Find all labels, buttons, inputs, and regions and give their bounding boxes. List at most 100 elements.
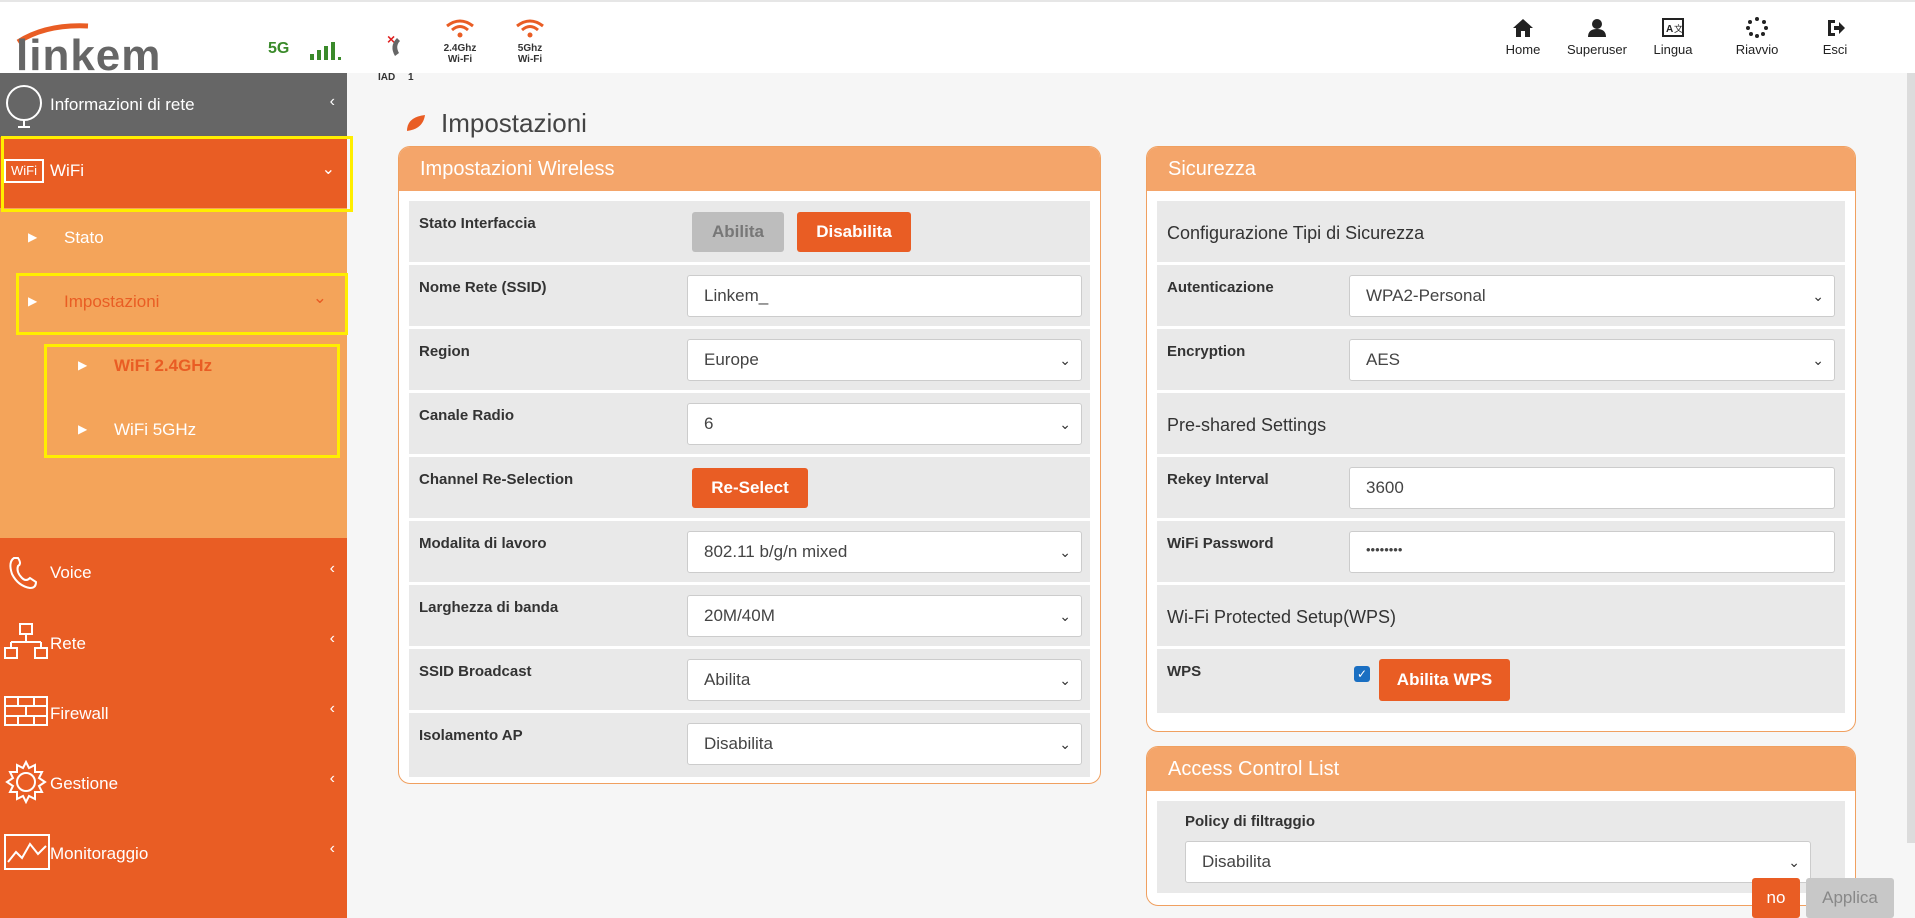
row-wps: WPS ✓ Abilita WPS — [1157, 649, 1845, 713]
user-icon — [1588, 19, 1606, 37]
channel-select[interactable]: 6 ⌄ — [687, 403, 1082, 445]
chevron-left-icon: ‹ — [329, 560, 335, 577]
wifi-5-icon — [516, 19, 544, 38]
row-rekey-interval: Rekey Interval 3600 — [1157, 457, 1845, 521]
chevron-left-icon: ‹ — [329, 630, 335, 647]
iad-count: 1 — [408, 72, 414, 83]
iad-status: × IAD 1 — [378, 30, 418, 83]
chevron-left-icon: ‹ — [329, 840, 335, 857]
row-region: Region Europe ⌄ — [409, 329, 1090, 393]
wireless-settings-form: Stato Interfaccia Abilita Disabilita Nom… — [409, 201, 1090, 777]
nav-lingua[interactable]: A 文 Lingua — [1633, 16, 1713, 57]
sidebar-item-wifi[interactable]: WiFi WiFi ⌄ — [0, 137, 347, 208]
enable-button[interactable]: Abilita — [692, 212, 784, 252]
row-bandwidth: Larghezza di banda 20M/40M ⌄ — [409, 585, 1090, 649]
enable-wps-button[interactable]: Abilita WPS — [1379, 659, 1510, 701]
ssid-input[interactable]: Linkem_ — [687, 275, 1082, 317]
filter-policy-select[interactable]: Disabilita ⌄ — [1185, 841, 1811, 883]
row-authentication: Autenticazione WPA2-Personal ⌄ — [1157, 265, 1845, 329]
sidebar-item-wifi24[interactable]: ▶ WiFi 2.4GHz — [0, 334, 347, 398]
sidebar-item-wifi5[interactable]: ▶ WiFi 5GHz — [0, 398, 347, 462]
sidebar-label-wifi: WiFi — [50, 161, 84, 180]
linkem-logo: linkem — [8, 10, 160, 80]
globe-icon — [6, 85, 42, 128]
chevron-down-icon: ⌄ — [1059, 736, 1071, 752]
chevron-down-icon: ⌄ — [1059, 672, 1071, 688]
wps-checkbox[interactable]: ✓ — [1354, 666, 1370, 682]
row-security-types-header: Configurazione Tipi di Sicurezza — [1157, 201, 1845, 265]
wifi-5-status: 5Ghz Wi-Fi — [508, 18, 552, 65]
row-filter-policy: Policy di filtraggio Disabilita ⌄ — [1157, 801, 1845, 893]
rekey-interval-input[interactable]: 3600 — [1349, 467, 1835, 509]
encryption-select[interactable]: AES ⌄ — [1349, 339, 1835, 381]
row-work-mode: Modalita di lavoro 802.11 b/g/n mixed ⌄ — [409, 521, 1090, 585]
sidebar-item-network-info[interactable]: Informazioni di rete ‹ — [0, 73, 347, 137]
sidebar-item-rete[interactable]: Rete ‹ — [0, 608, 347, 678]
bandwidth-select[interactable]: 20M/40M ⌄ — [687, 595, 1082, 637]
chevron-down-icon: ⌄ — [321, 161, 335, 178]
isolation-select[interactable]: Disabilita ⌄ — [687, 723, 1082, 765]
iad-label: IAD — [378, 72, 396, 83]
mode-select[interactable]: 802.11 b/g/n mixed ⌄ — [687, 531, 1082, 573]
leaf-icon — [407, 115, 425, 131]
wifi-password-input[interactable]: •••••••• — [1349, 531, 1835, 573]
acl-form: Policy di filtraggio Disabilita ⌄ — [1157, 801, 1845, 893]
authentication-select[interactable]: WPA2-Personal ⌄ — [1349, 275, 1835, 317]
network-icon — [4, 623, 48, 659]
sidebar-item-impostazioni[interactable]: ▶ Impostazioni ⌄ — [0, 268, 347, 334]
row-channel: Canale Radio 6 ⌄ — [409, 393, 1090, 457]
apply-button[interactable]: Applica — [1806, 878, 1894, 918]
sidebar-item-gestione[interactable]: Gestione ‹ — [0, 748, 347, 818]
caret-right-icon: ▶ — [28, 230, 38, 244]
nav-home[interactable]: Home — [1483, 16, 1563, 57]
chevron-down-icon: ⌄ — [1812, 352, 1824, 368]
nav-superuser[interactable]: Superuser — [1557, 16, 1637, 57]
svg-text:文: 文 — [1674, 23, 1683, 34]
logout-icon — [1828, 20, 1845, 36]
security-panel: Sicurezza Configurazione Tipi di Sicurez… — [1146, 146, 1856, 732]
wifi-box-icon: WiFi — [4, 159, 44, 183]
security-form: Configurazione Tipi di Sicurezza Autenti… — [1157, 201, 1845, 723]
row-encryption: Encryption AES ⌄ — [1157, 329, 1845, 393]
chevron-down-icon: ⌄ — [1059, 352, 1071, 368]
sidebar-label-network-info: Informazioni di rete — [50, 95, 195, 114]
sidebar-item-monitoraggio[interactable]: Monitoraggio ‹ — [0, 818, 347, 888]
page-scrollbar[interactable] — [1907, 73, 1915, 843]
wifi-submenu: ▶ Stato ▶ Impostazioni ⌄ ▶ WiFi 2.4GHz ▶… — [0, 208, 347, 538]
network-type-label: 5G — [268, 40, 290, 57]
panel-title: Sicurezza — [1147, 147, 1855, 191]
home-icon — [1513, 19, 1533, 37]
row-ap-isolation: Isolamento AP Disabilita ⌄ — [409, 713, 1090, 777]
broadcast-select[interactable]: Abilita ⌄ — [687, 659, 1082, 701]
disable-button[interactable]: Disabilita — [797, 212, 911, 252]
row-wifi-password: WiFi Password •••••••• — [1157, 521, 1845, 585]
row-channel-reselection: Channel Re-Selection Re-Select — [409, 457, 1090, 521]
no-button[interactable]: no — [1752, 878, 1800, 918]
page-title: Impostazioni — [441, 108, 587, 138]
nav-riavvio[interactable]: Riavvio — [1717, 16, 1797, 57]
sidebar-item-firewall[interactable]: Firewall ‹ — [0, 678, 347, 748]
reselect-button[interactable]: Re-Select — [692, 468, 808, 508]
caret-right-icon: ▶ — [28, 294, 38, 308]
caret-right-icon: ▶ — [78, 358, 88, 372]
gear-icon — [5, 760, 47, 804]
caret-right-icon: ▶ — [78, 422, 88, 436]
wifi-24-status: 2.4Ghz Wi-Fi — [438, 18, 482, 65]
chevron-down-icon: ⌄ — [1059, 608, 1071, 624]
chevron-down-icon: ⌄ — [1812, 288, 1824, 304]
row-ssid-broadcast: SSID Broadcast Abilita ⌄ — [409, 649, 1090, 713]
row-preshared-header: Pre-shared Settings — [1157, 393, 1845, 457]
chevron-down-icon: ⌄ — [1059, 416, 1071, 432]
restart-icon — [1746, 17, 1768, 38]
wireless-settings-panel: Impostazioni Wireless Stato Interfaccia … — [398, 146, 1101, 784]
wifi-5-line1: 5Ghz — [517, 43, 543, 54]
wifi-24-line1: 2.4Ghz — [443, 43, 477, 54]
chevron-left-icon: ‹ — [329, 700, 335, 717]
chevron-left-icon: ‹ — [329, 770, 335, 787]
nav-esci[interactable]: Esci — [1795, 16, 1875, 57]
row-interface-status: Stato Interfaccia Abilita Disabilita — [409, 201, 1090, 265]
sidebar-item-stato[interactable]: ▶ Stato — [0, 208, 347, 268]
sidebar-item-voice[interactable]: Voice ‹ — [0, 538, 347, 608]
region-select[interactable]: Europe ⌄ — [687, 339, 1082, 381]
chevron-down-icon: ⌄ — [1059, 544, 1071, 560]
